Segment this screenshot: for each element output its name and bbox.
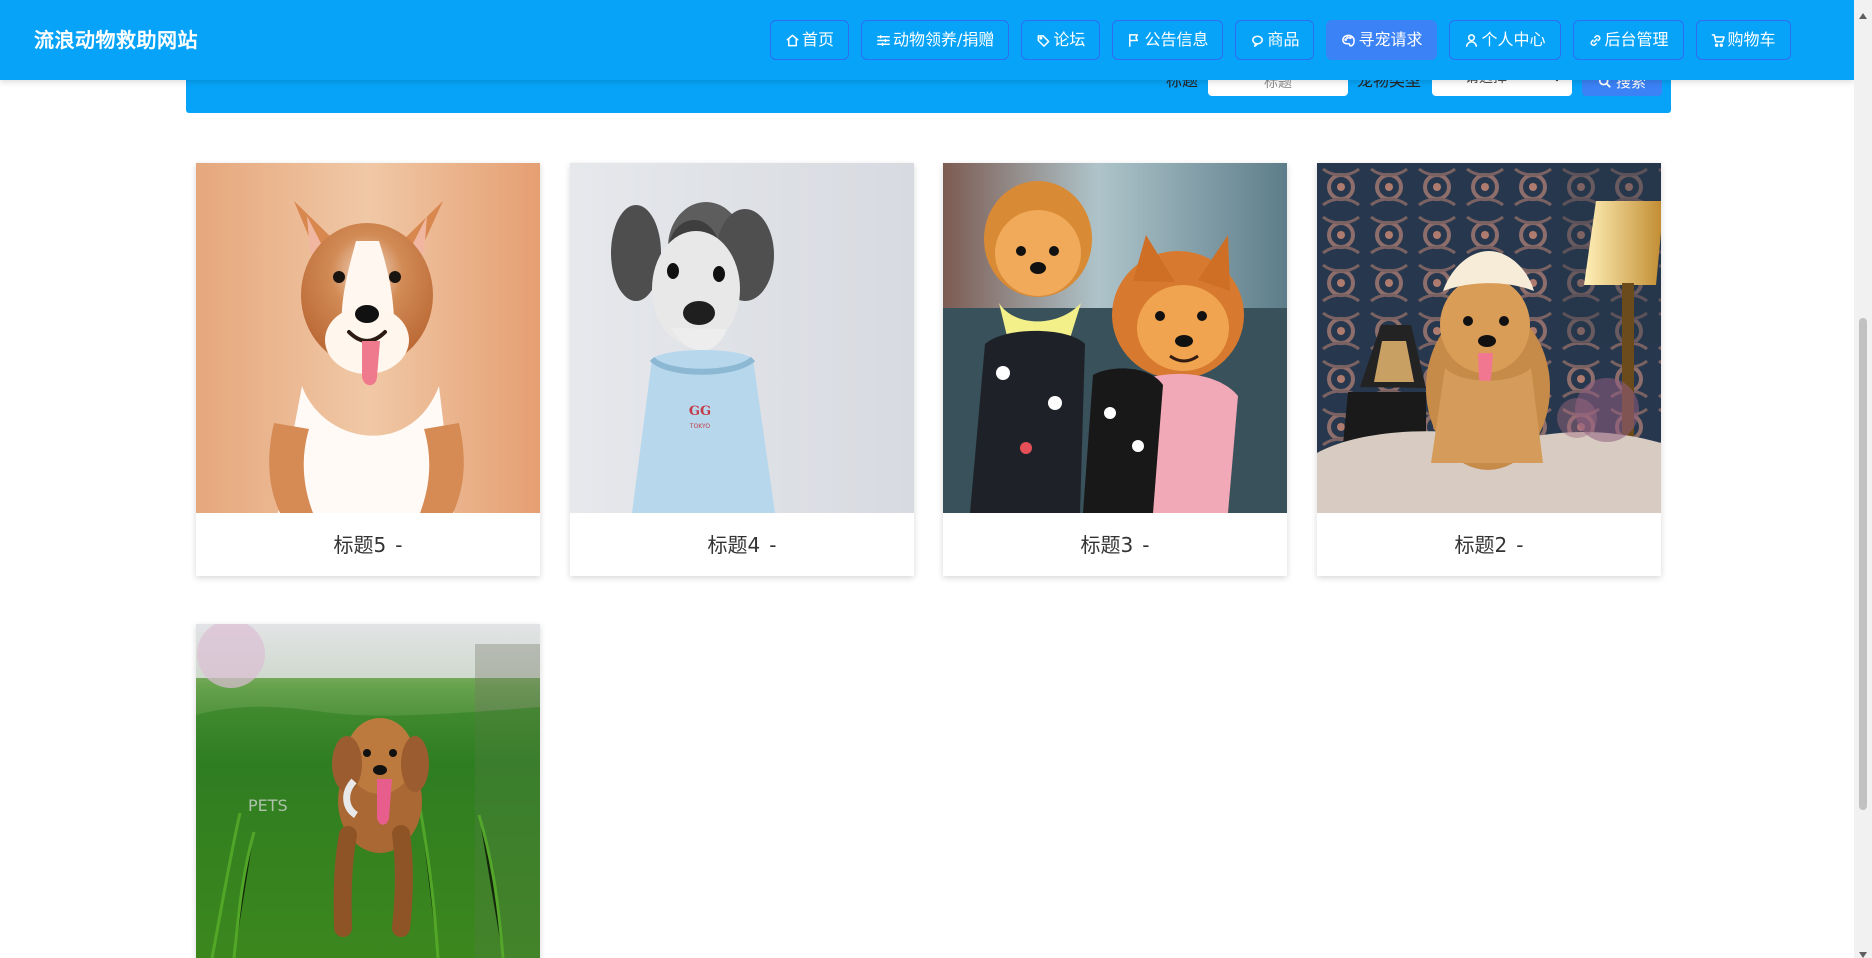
pet-card-separator: - (1516, 532, 1524, 557)
main-navigation: 首页 动物领养/捐赠 论坛 公告信息 商品 寻宠请求 个人中心 后台管理 购物车 (770, 20, 1791, 60)
svg-text:PETS: PETS (248, 796, 288, 815)
pet-card[interactable]: 标题3 - (943, 163, 1287, 576)
nav-admin-label: 后台管理 (1604, 30, 1669, 49)
scroll-up-icon[interactable] (1858, 5, 1868, 19)
pomeranian-photo (943, 163, 1287, 513)
pet-card-caption: 标题2 - (1317, 513, 1661, 576)
vertical-scrollbar[interactable] (1854, 0, 1872, 958)
svg-text:TOKYO: TOKYO (689, 423, 710, 430)
poodle-on-grass-photo: PETS (196, 624, 540, 958)
pet-card-caption: 标题3 - (943, 513, 1287, 576)
nav-products-button[interactable]: 商品 (1235, 20, 1315, 60)
nav-lost-pet-request-button[interactable]: 寻宠请求 (1326, 20, 1438, 60)
nav-cart-label: 购物车 (1727, 30, 1776, 49)
link-icon (1588, 33, 1603, 48)
pet-card-title: 标题4 (707, 532, 761, 557)
nav-admin-button[interactable]: 后台管理 (1572, 20, 1684, 60)
pet-card[interactable]: 标题2 - (1317, 163, 1661, 576)
top-navigation-bar: 流浪动物救助网站 首页 动物领养/捐赠 论坛 公告信息 商品 寻宠请求 个人中心… (0, 0, 1854, 80)
scroll-down-icon[interactable] (1858, 944, 1868, 958)
nav-personal-center-button[interactable]: 个人中心 (1449, 20, 1561, 60)
schnauzer-photo: GG TOKYO (570, 163, 914, 513)
pet-card-title: 标题3 (1080, 532, 1134, 557)
nav-home-button[interactable]: 首页 (770, 20, 850, 60)
nav-adoption-donation-button[interactable]: 动物领养/捐赠 (861, 20, 1010, 60)
nav-announcements-label: 公告信息 (1144, 30, 1209, 49)
nav-personal-center-label: 个人中心 (1481, 30, 1546, 49)
scrollbar-thumb[interactable] (1859, 318, 1867, 810)
pet-card-caption: 标题5 - (196, 513, 540, 576)
nav-home-label: 首页 (802, 30, 835, 49)
nav-cart-button[interactable]: 购物车 (1695, 20, 1791, 60)
corgi-photo (196, 163, 540, 513)
nav-forum-button[interactable]: 论坛 (1021, 20, 1101, 60)
pet-card-separator: - (1142, 532, 1150, 557)
pet-card-separator: - (769, 532, 777, 557)
bubble-icon (1250, 33, 1265, 48)
sliders-icon (876, 33, 891, 48)
site-title[interactable]: 流浪动物救助网站 (34, 25, 198, 55)
home-icon (785, 33, 800, 48)
nav-forum-label: 论坛 (1053, 30, 1086, 49)
nav-announcements-button[interactable]: 公告信息 (1112, 20, 1224, 60)
pet-card-separator: - (395, 532, 403, 557)
tag-icon (1036, 33, 1051, 48)
cart-icon (1711, 33, 1726, 48)
pet-card-title: 标题2 (1454, 532, 1508, 557)
svg-text:GG: GG (689, 404, 711, 419)
pet-card-title: 标题5 (333, 532, 387, 557)
nav-lost-pet-request-label: 寻宠请求 (1358, 30, 1423, 49)
puppy-with-lamp-photo (1317, 163, 1661, 513)
pet-card-caption: 标题4 - (570, 513, 914, 576)
pet-card[interactable]: GG TOKYO 标题4 - (570, 163, 914, 576)
nav-products-label: 商品 (1267, 30, 1300, 49)
user-icon (1464, 33, 1479, 48)
flag-icon (1127, 33, 1142, 48)
lost-pet-request-page: 流浪动物救助网站 首页 动物领养/捐赠 论坛 公告信息 商品 寻宠请求 个人中心… (0, 0, 1872, 958)
pet-card[interactable]: 标题5 - (196, 163, 540, 576)
nav-adoption-donation-label: 动物领养/捐赠 (893, 30, 995, 49)
palette-icon (1341, 33, 1356, 48)
pet-card[interactable]: PETS (196, 624, 540, 958)
